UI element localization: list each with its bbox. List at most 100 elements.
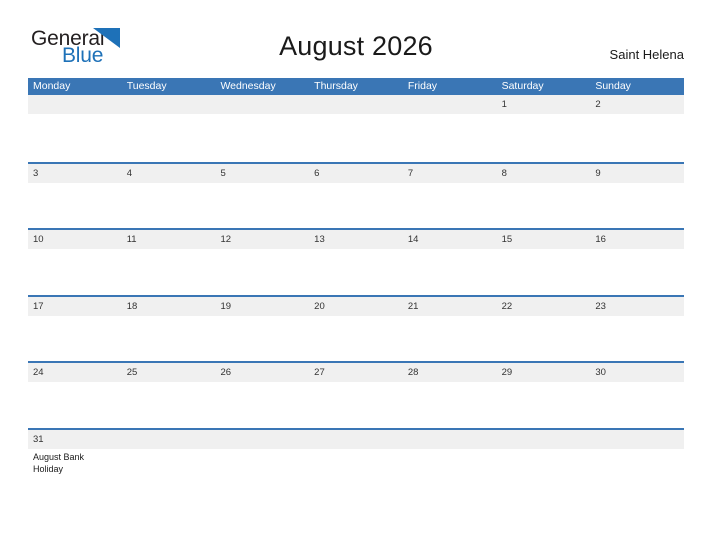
day-number: [309, 95, 403, 114]
calendar-day-cell[interactable]: [215, 95, 309, 162]
calendar-day-cell[interactable]: 10: [28, 230, 122, 295]
calendar-day-cell[interactable]: [28, 95, 122, 162]
day-number: 6: [314, 167, 320, 179]
calendar-day-cell[interactable]: [309, 95, 403, 162]
calendar-page: General Blue August 2026 Saint Helena Mo…: [0, 0, 712, 550]
day-number: 7: [407, 167, 414, 179]
calendar-day-cell[interactable]: 4: [122, 164, 216, 229]
day-number: [590, 430, 684, 449]
calendar-week-row: 17 18 19 20 21 22 23: [28, 294, 684, 362]
calendar-week-row: 3 4 5 6 7 8 9: [28, 161, 684, 229]
day-number: 24: [33, 367, 44, 378]
day-number: [497, 430, 591, 449]
calendar-day-cell[interactable]: 2: [590, 95, 684, 162]
calendar-day-cell[interactable]: 13: [309, 230, 403, 295]
calendar-day-cell[interactable]: 21: [403, 297, 497, 362]
day-number: 21: [407, 300, 419, 312]
weekday-header-friday: Friday: [407, 80, 438, 92]
calendar-day-cell[interactable]: 27: [309, 363, 403, 428]
calendar-day-cell[interactable]: 12: [215, 230, 309, 295]
calendar-day-cell[interactable]: 7: [403, 164, 497, 229]
calendar-week-row: 24 25 26 27 28 29 30: [28, 361, 684, 428]
day-number: 16: [595, 234, 606, 245]
calendar-day-cell[interactable]: 5: [215, 164, 309, 229]
day-number: [28, 95, 122, 114]
day-number: 4: [126, 167, 133, 179]
weekday-header-saturday: Saturday: [501, 80, 544, 92]
calendar-day-cell[interactable]: 9: [590, 164, 684, 229]
calendar-day-cell[interactable]: 30: [590, 363, 684, 428]
calendar-day-cell[interactable]: 24: [28, 363, 122, 428]
day-number: 22: [501, 300, 513, 312]
weekday-header-monday: Monday: [33, 80, 71, 92]
day-number: 30: [595, 367, 606, 378]
weekday-header-row: Monday Tuesday Wednesday Thursday Friday…: [28, 78, 684, 95]
day-number: 29: [501, 367, 513, 378]
calendar-day-cell[interactable]: 18: [122, 297, 216, 362]
calendar-day-cell[interactable]: 29: [497, 363, 591, 428]
calendar-day-cell[interactable]: 1: [497, 95, 591, 162]
day-number: 2: [595, 99, 601, 110]
calendar-week-row: 12: [28, 95, 684, 162]
page-header: General Blue August 2026 Saint Helena: [0, 0, 712, 66]
day-number: [215, 95, 309, 114]
day-number: 12: [220, 234, 232, 245]
calendar-day-cell[interactable]: 19: [215, 297, 309, 362]
day-number: 10: [33, 234, 44, 245]
calendar-day-cell[interactable]: 20: [309, 297, 403, 362]
calendar-day-cell[interactable]: [122, 95, 216, 162]
calendar-day-cell[interactable]: 8: [497, 164, 591, 229]
day-number: 27: [314, 367, 325, 378]
day-number: [403, 430, 497, 449]
day-number: 3: [33, 167, 39, 179]
calendar-day-cell[interactable]: 17: [28, 297, 122, 362]
day-number: 18: [126, 300, 138, 312]
calendar-day-cell[interactable]: 3: [28, 164, 122, 229]
calendar-day-cell[interactable]: [403, 430, 497, 495]
calendar-day-cell[interactable]: 31 August Bank Holiday: [28, 430, 122, 495]
day-number: 25: [126, 367, 138, 378]
calendar-grid: Monday Tuesday Wednesday Thursday Friday…: [28, 78, 684, 494]
calendar-day-cell[interactable]: 22: [497, 297, 591, 362]
day-number: 13: [314, 234, 325, 245]
day-number: 9: [595, 167, 601, 179]
day-number: [309, 430, 403, 449]
day-number: [215, 430, 309, 449]
calendar-day-cell[interactable]: [122, 430, 216, 495]
calendar-day-cell[interactable]: 6: [309, 164, 403, 229]
weekday-header-sunday: Sunday: [595, 80, 631, 92]
calendar-day-cell[interactable]: 28: [403, 363, 497, 428]
holiday-event: August Bank Holiday: [33, 451, 85, 475]
calendar-day-cell[interactable]: [590, 430, 684, 495]
day-number: 14: [407, 234, 419, 245]
calendar-day-cell[interactable]: 25: [122, 363, 216, 428]
day-events: August Bank Holiday: [28, 449, 122, 476]
day-number: 28: [407, 367, 419, 378]
calendar-day-cell[interactable]: [215, 430, 309, 495]
calendar-day-cell[interactable]: 23: [590, 297, 684, 362]
day-number: [403, 95, 497, 114]
calendar-day-cell[interactable]: 14: [403, 230, 497, 295]
day-number: 31: [33, 433, 44, 445]
day-number: 8: [501, 167, 507, 179]
calendar-day-cell[interactable]: 26: [215, 363, 309, 428]
day-number: [122, 95, 216, 114]
day-number: 20: [314, 300, 325, 312]
calendar-day-cell[interactable]: [309, 430, 403, 495]
calendar-day-cell[interactable]: 11: [122, 230, 216, 295]
day-number: 11: [126, 234, 137, 245]
day-number: 15: [501, 234, 513, 245]
day-number: 23: [595, 300, 606, 312]
calendar-day-cell[interactable]: 15: [497, 230, 591, 295]
calendar-day-cell[interactable]: [497, 430, 591, 495]
day-number: 5: [220, 167, 226, 179]
calendar-week-row: 31 August Bank Holiday: [28, 427, 684, 495]
calendar-weeks: 1 2 3 4 5 6 7 8 9 10 11 12 13 14 15 16 17 18 19 20 21 22 23 24 2…: [28, 95, 684, 494]
weekday-header-thursday: Thursday: [314, 80, 358, 92]
page-title: August 2026: [279, 31, 433, 61]
calendar-week-row: 10 11 12 13 14 15 16: [28, 228, 684, 295]
day-number: 19: [220, 300, 232, 312]
calendar-day-cell[interactable]: [403, 95, 497, 162]
region-label: Saint Helena: [609, 47, 684, 62]
calendar-day-cell[interactable]: 16: [590, 230, 684, 295]
